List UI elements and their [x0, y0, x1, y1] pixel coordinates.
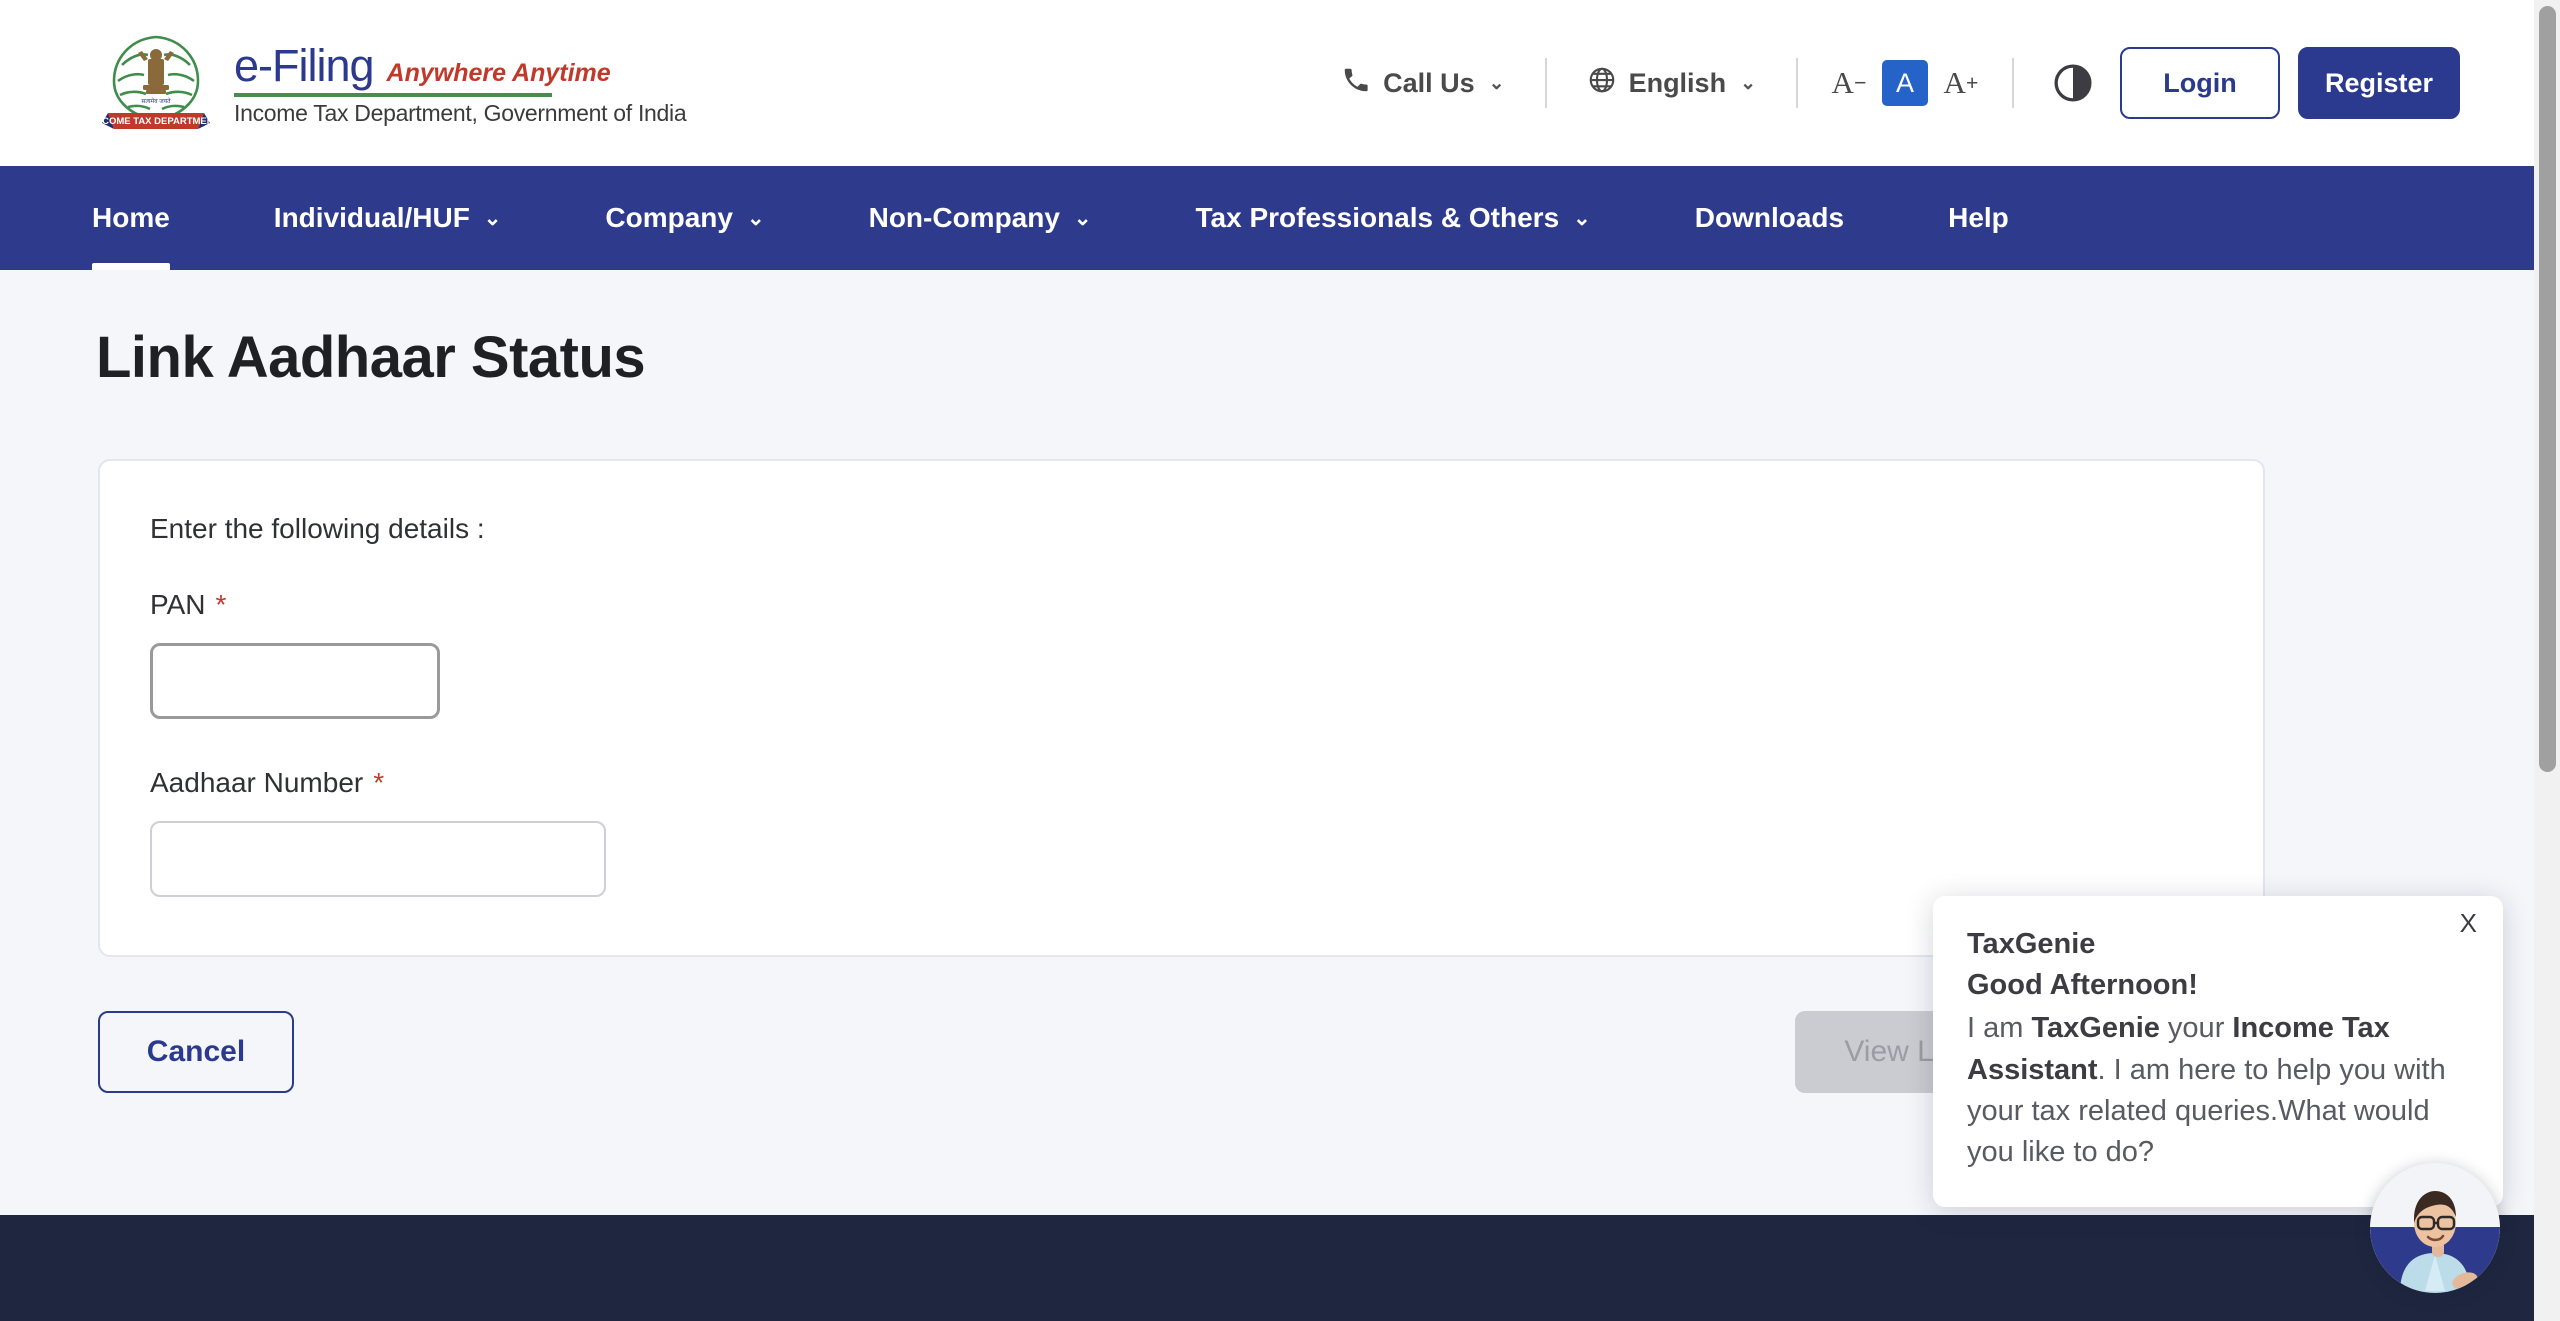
site-header: सत्यमेव जयते INCOME TAX DEPARTMENT e-Fil… — [0, 0, 2560, 166]
nav-item-downloads[interactable]: Downloads — [1643, 166, 1896, 270]
nav-label: Downloads — [1694, 202, 1845, 233]
header-divider-1 — [1544, 58, 1547, 108]
form-intro-text: Enter the following details : — [150, 513, 485, 544]
aadhaar-number-input[interactable] — [150, 821, 606, 897]
cancel-button[interactable]: Cancel — [98, 1011, 294, 1093]
font-increase-label: A — [1943, 65, 1966, 100]
header-divider-2 — [1796, 58, 1798, 108]
nav-label: Non-Company — [868, 202, 1060, 233]
main-navigation: Home Individual/HUF ⌄ Company ⌄ Non-Comp… — [0, 166, 2560, 270]
page-title: Link Aadhaar Status — [96, 325, 646, 390]
call-us-label: Call Us — [1383, 67, 1475, 98]
font-normal-label: A — [1895, 67, 1914, 98]
chevron-down-icon: ⌄ — [1740, 72, 1756, 94]
nav-label: Individual/HUF — [273, 202, 470, 233]
svg-text:सत्यमेव जयते: सत्यमेव जयते — [141, 97, 171, 105]
font-normal-button[interactable]: A — [1882, 60, 1928, 106]
chat-message-mid: your — [2159, 1012, 2233, 1045]
brand-department: Income Tax Department, Government of Ind… — [234, 100, 687, 127]
pan-field-label: PAN * — [150, 589, 2263, 621]
chevron-down-icon: ⌄ — [1488, 72, 1505, 94]
close-icon[interactable]: X — [2460, 910, 2477, 936]
svg-text:INCOME TAX DEPARTMENT: INCOME TAX DEPARTMENT — [100, 116, 212, 127]
india-emblem-icon: सत्यमेव जयते INCOME TAX DEPARTMENT — [100, 29, 212, 137]
font-size-controls: A − A A + — [1810, 60, 2000, 106]
nav-item-non-company[interactable]: Non-Company ⌄ — [817, 166, 1144, 270]
site-footer — [0, 1215, 2545, 1321]
aadhaar-field-label: Aadhaar Number * — [150, 767, 2263, 799]
header-controls: Call Us ⌄ English ⌄ A − A A + Login Regi… — [1313, 47, 2460, 119]
chat-title: TaxGenie — [1967, 928, 2096, 960]
contrast-toggle-button[interactable] — [2046, 56, 2100, 110]
chevron-down-icon: ⌄ — [1073, 206, 1092, 230]
chat-message-prefix: I am — [1967, 1012, 2032, 1045]
required-marker: * — [215, 589, 227, 620]
nav-label: Company — [605, 202, 733, 233]
font-increase-button[interactable]: A + — [1938, 60, 1984, 106]
scrollbar-thumb[interactable] — [2539, 6, 2556, 772]
language-label: English — [1628, 67, 1727, 98]
header-divider-3 — [2012, 58, 2014, 108]
font-decrease-label: A — [1831, 65, 1854, 100]
field-group-pan: PAN * — [100, 589, 2263, 719]
required-marker: * — [373, 767, 385, 798]
brand-divider — [234, 93, 552, 98]
nav-label: Help — [1948, 202, 2009, 233]
chevron-down-icon: ⌄ — [1573, 206, 1591, 230]
globe-icon — [1587, 65, 1617, 102]
chat-greeting: Good Afternoon! — [1967, 969, 2198, 1002]
login-button[interactable]: Login — [2120, 47, 2280, 119]
phone-icon — [1341, 65, 1371, 102]
nav-item-home[interactable]: Home — [92, 166, 222, 270]
taxgenie-chat-popup: X TaxGenie Good Afternoon! I am TaxGenie… — [1933, 896, 2503, 1208]
language-menu[interactable]: English ⌄ — [1559, 65, 1784, 102]
brand-tagline: Anywhere Anytime — [386, 59, 611, 88]
nav-item-tax-professionals-others[interactable]: Tax Professionals & Others ⌄ — [1144, 166, 1643, 270]
pan-label-text: PAN — [150, 589, 206, 620]
nav-label: Home — [92, 202, 170, 233]
chevron-down-icon: ⌄ — [483, 206, 502, 230]
brand-logo[interactable]: सत्यमेव जयते INCOME TAX DEPARTMENT e-Fil… — [100, 29, 687, 137]
nav-item-help[interactable]: Help — [1896, 166, 2061, 270]
brand-efiling: e-Filing — [234, 40, 375, 92]
brand-text: e-Filing Anywhere Anytime Income Tax Dep… — [234, 39, 687, 127]
font-decrease-button[interactable]: A − — [1826, 60, 1872, 106]
register-button[interactable]: Register — [2298, 47, 2460, 119]
chevron-down-icon: ⌄ — [746, 206, 765, 230]
contrast-icon — [2054, 64, 2092, 102]
nav-item-individual-huf[interactable]: Individual/HUF ⌄ — [222, 166, 554, 270]
aadhaar-label-text: Aadhaar Number — [150, 767, 364, 798]
nav-label: Tax Professionals & Others — [1195, 202, 1560, 233]
nav-item-company[interactable]: Company ⌄ — [553, 166, 816, 270]
call-us-menu[interactable]: Call Us ⌄ — [1313, 65, 1532, 102]
taxgenie-assistant-avatar — [2370, 1163, 2500, 1293]
link-aadhaar-form-card: Enter the following details : PAN * Aadha… — [98, 459, 2265, 957]
chat-message-bold-taxgenie: TaxGenie — [2031, 1012, 2160, 1045]
field-group-aadhaar: Aadhaar Number * — [100, 767, 2263, 897]
chat-message: I am TaxGenie your Income Tax Assistant.… — [1967, 1008, 2469, 1173]
taxgenie-chat-button[interactable] — [2370, 1163, 2500, 1293]
pan-input[interactable] — [150, 643, 440, 719]
page-scrollbar[interactable] — [2534, 0, 2560, 1321]
